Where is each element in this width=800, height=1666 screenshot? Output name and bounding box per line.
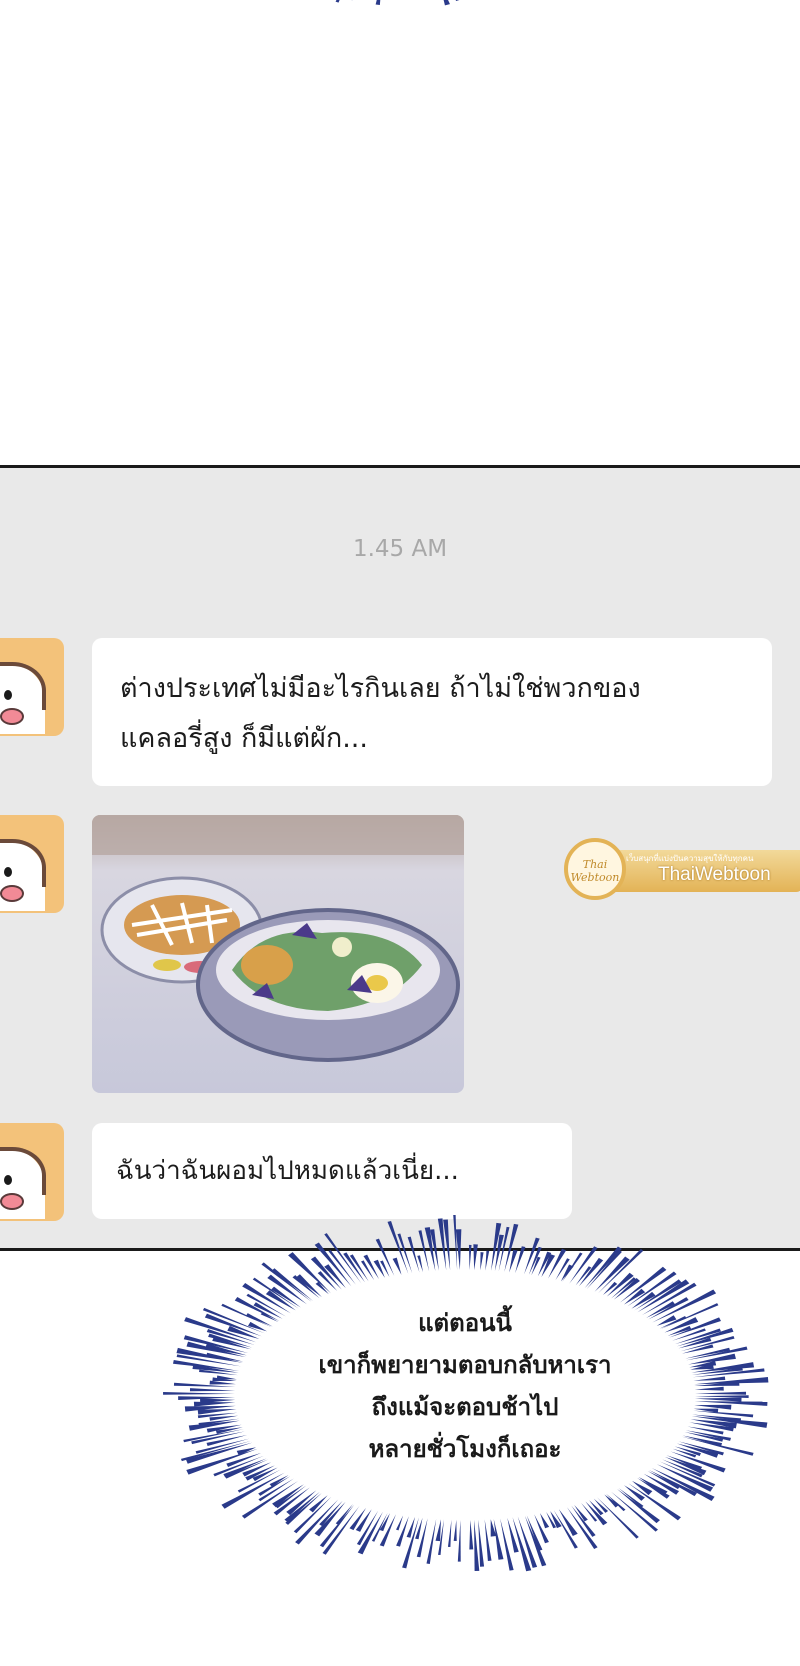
chat-bubble-line: แคลอรี่สูง ก็มีแต่ผัก...	[120, 723, 368, 754]
narration-text: แต่ตอนนี้ เขาก็พยายามตอบกลับหาเรา ถึงแม้…	[250, 1302, 680, 1470]
chat-panel: 1.45 AM ต่างประเทศไม่มีอะไรกินเลย ถ้าไม่…	[0, 465, 800, 1251]
watermark-name: ThaiWebtoon	[658, 864, 771, 885]
thaiwebtoon-watermark: Thai Webtoon เว็บสนุกที่แบ่งปันความสุขให…	[556, 838, 800, 908]
chat-timestamp: 1.45 AM	[352, 536, 448, 562]
food-photo	[92, 815, 464, 1093]
narration-line: ถึงแม้จะตอบช้าไป	[371, 1393, 559, 1421]
watermark-logo-text: Thai Webtoon	[570, 858, 620, 884]
avatar	[0, 638, 64, 736]
narration-line: เขาก็พยายามตอบกลับหาเรา	[318, 1351, 612, 1379]
narration-line: แต่ตอนนี้	[418, 1309, 512, 1337]
narration-line: หลายชั่วโมงก็เถอะ	[368, 1435, 562, 1463]
speed-lines-top	[200, 0, 600, 40]
chat-bubble-line: ต่างประเทศไม่มีอะไรกินเลย ถ้าไม่ใช่พวกขอ…	[120, 673, 641, 704]
chat-bubble: ต่างประเทศไม่มีอะไรกินเลย ถ้าไม่ใช่พวกขอ…	[92, 638, 772, 786]
chat-bubble-line: ฉันว่าฉันผอมไปหมดแล้วเนี่ย...	[116, 1156, 459, 1186]
avatar	[0, 815, 64, 913]
avatar	[0, 1123, 64, 1221]
